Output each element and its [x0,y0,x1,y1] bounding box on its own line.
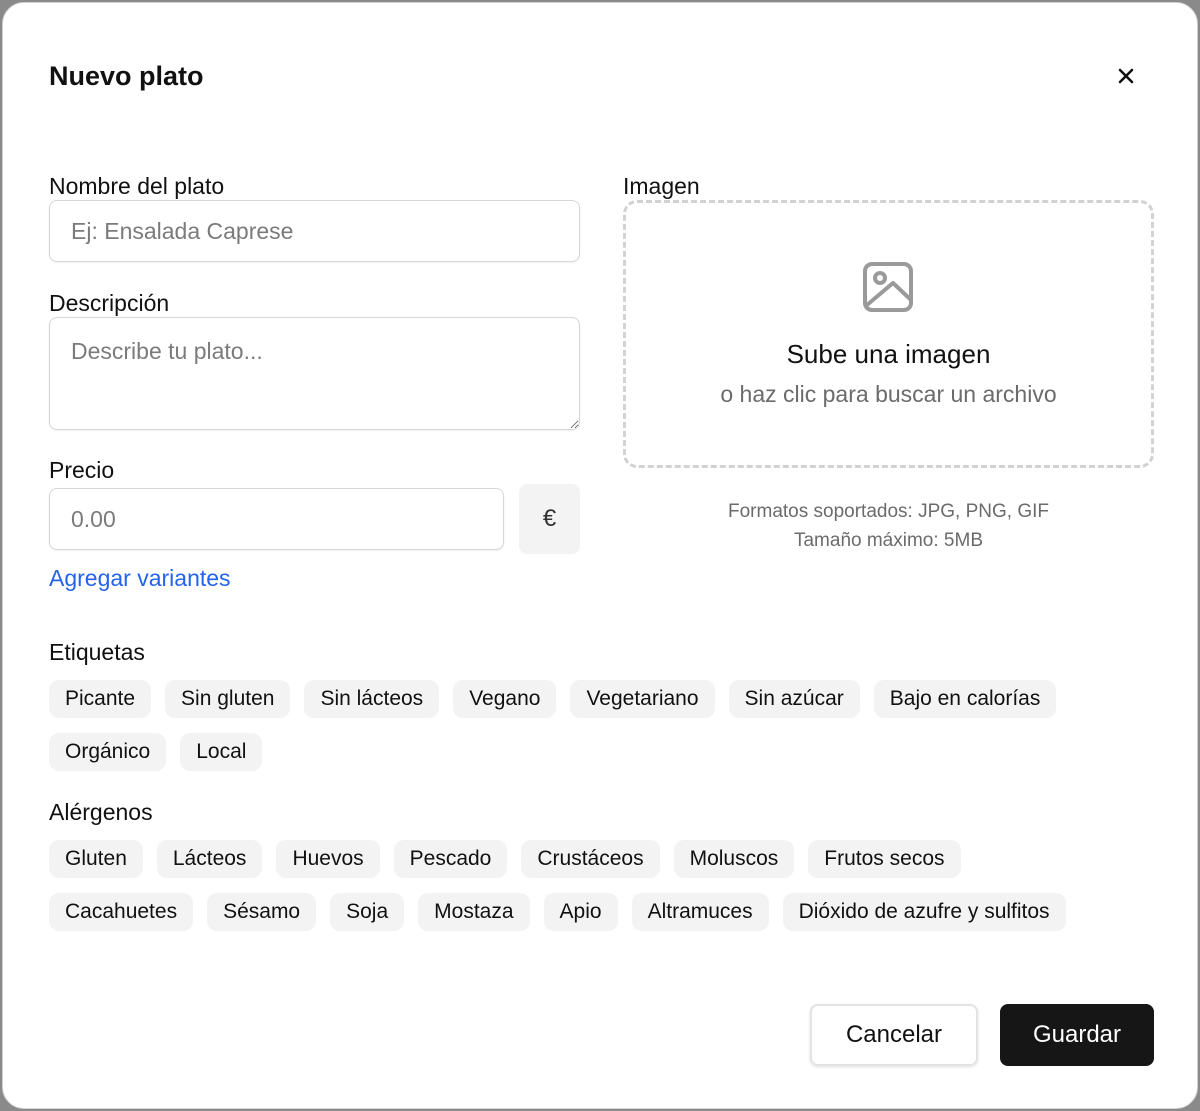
allergen-chip[interactable]: Crustáceos [521,840,660,878]
cancel-button[interactable]: Cancelar [810,1004,978,1066]
allergen-chip[interactable]: Moluscos [673,840,795,878]
close-button[interactable] [1109,59,1143,93]
allergen-chip[interactable]: Sésamo [207,893,317,931]
allergen-chip[interactable]: Lácteos [156,840,263,878]
allergens-row-2: Cacahuetes Sésamo Soja Mostaza Apio Altr… [49,893,1066,931]
tag-chip[interactable]: Orgánico [49,733,167,771]
description-textarea[interactable] [49,317,580,430]
allergen-chip[interactable]: Dióxido de azufre y sulfitos [782,893,1066,931]
tag-chip[interactable]: Local [180,733,263,771]
tags-title: Etiquetas [49,639,145,665]
supported-formats-text: Formatos soportados: JPG, PNG, GIF [728,501,1049,522]
allergen-chip[interactable]: Apio [543,893,618,931]
close-icon [1118,68,1134,84]
image-icon [863,262,913,312]
dish-name-label: Nombre del plato [49,173,225,199]
allergen-chip[interactable]: Mostaza [418,893,530,931]
allergen-chip[interactable]: Cacahuetes [49,893,194,931]
tags-row-1: Picante Sin gluten Sin lácteos Vegano Ve… [49,680,1057,718]
image-dropzone[interactable]: Sube una imagen o haz clic para buscar u… [623,200,1154,468]
tag-chip[interactable]: Sin lácteos [304,680,440,718]
add-variants-link[interactable]: Agregar variantes [49,565,231,592]
currency-selector[interactable]: € [519,484,580,554]
allergens-row-1: Gluten Lácteos Huevos Pescado Crustáceos… [49,840,961,878]
price-input[interactable] [49,488,504,550]
tag-chip[interactable]: Picante [49,680,152,718]
tag-chip[interactable]: Bajo en calorías [873,680,1057,718]
upload-subtitle: o haz clic para buscar un archivo [720,381,1057,407]
modal-title: Nuevo plato [49,61,204,91]
tag-chip[interactable]: Sin azúcar [728,680,860,718]
description-label: Descripción [49,290,170,316]
max-size-text: Tamaño máximo: 5MB [793,530,983,551]
price-label: Precio [49,457,115,483]
save-button[interactable]: Guardar [1000,1004,1154,1066]
allergen-chip[interactable]: Huevos [276,840,380,878]
upload-title: Sube una imagen [786,339,991,369]
dish-name-input[interactable] [49,200,580,262]
allergen-chip[interactable]: Gluten [49,840,143,878]
tag-chip[interactable]: Vegetariano [570,680,715,718]
allergen-chip[interactable]: Frutos secos [808,840,961,878]
tag-chip[interactable]: Sin gluten [165,680,291,718]
image-label: Imagen [623,173,700,199]
allergen-chip[interactable]: Altramuces [631,893,769,931]
allergen-chip[interactable]: Pescado [393,840,508,878]
allergen-chip[interactable]: Soja [330,893,405,931]
tags-row-2: Orgánico Local [49,733,263,771]
new-dish-modal: Nuevo plato Nombre del plato Descripción… [2,2,1198,1109]
tag-chip[interactable]: Vegano [453,680,557,718]
allergens-title: Alérgenos [49,799,153,825]
